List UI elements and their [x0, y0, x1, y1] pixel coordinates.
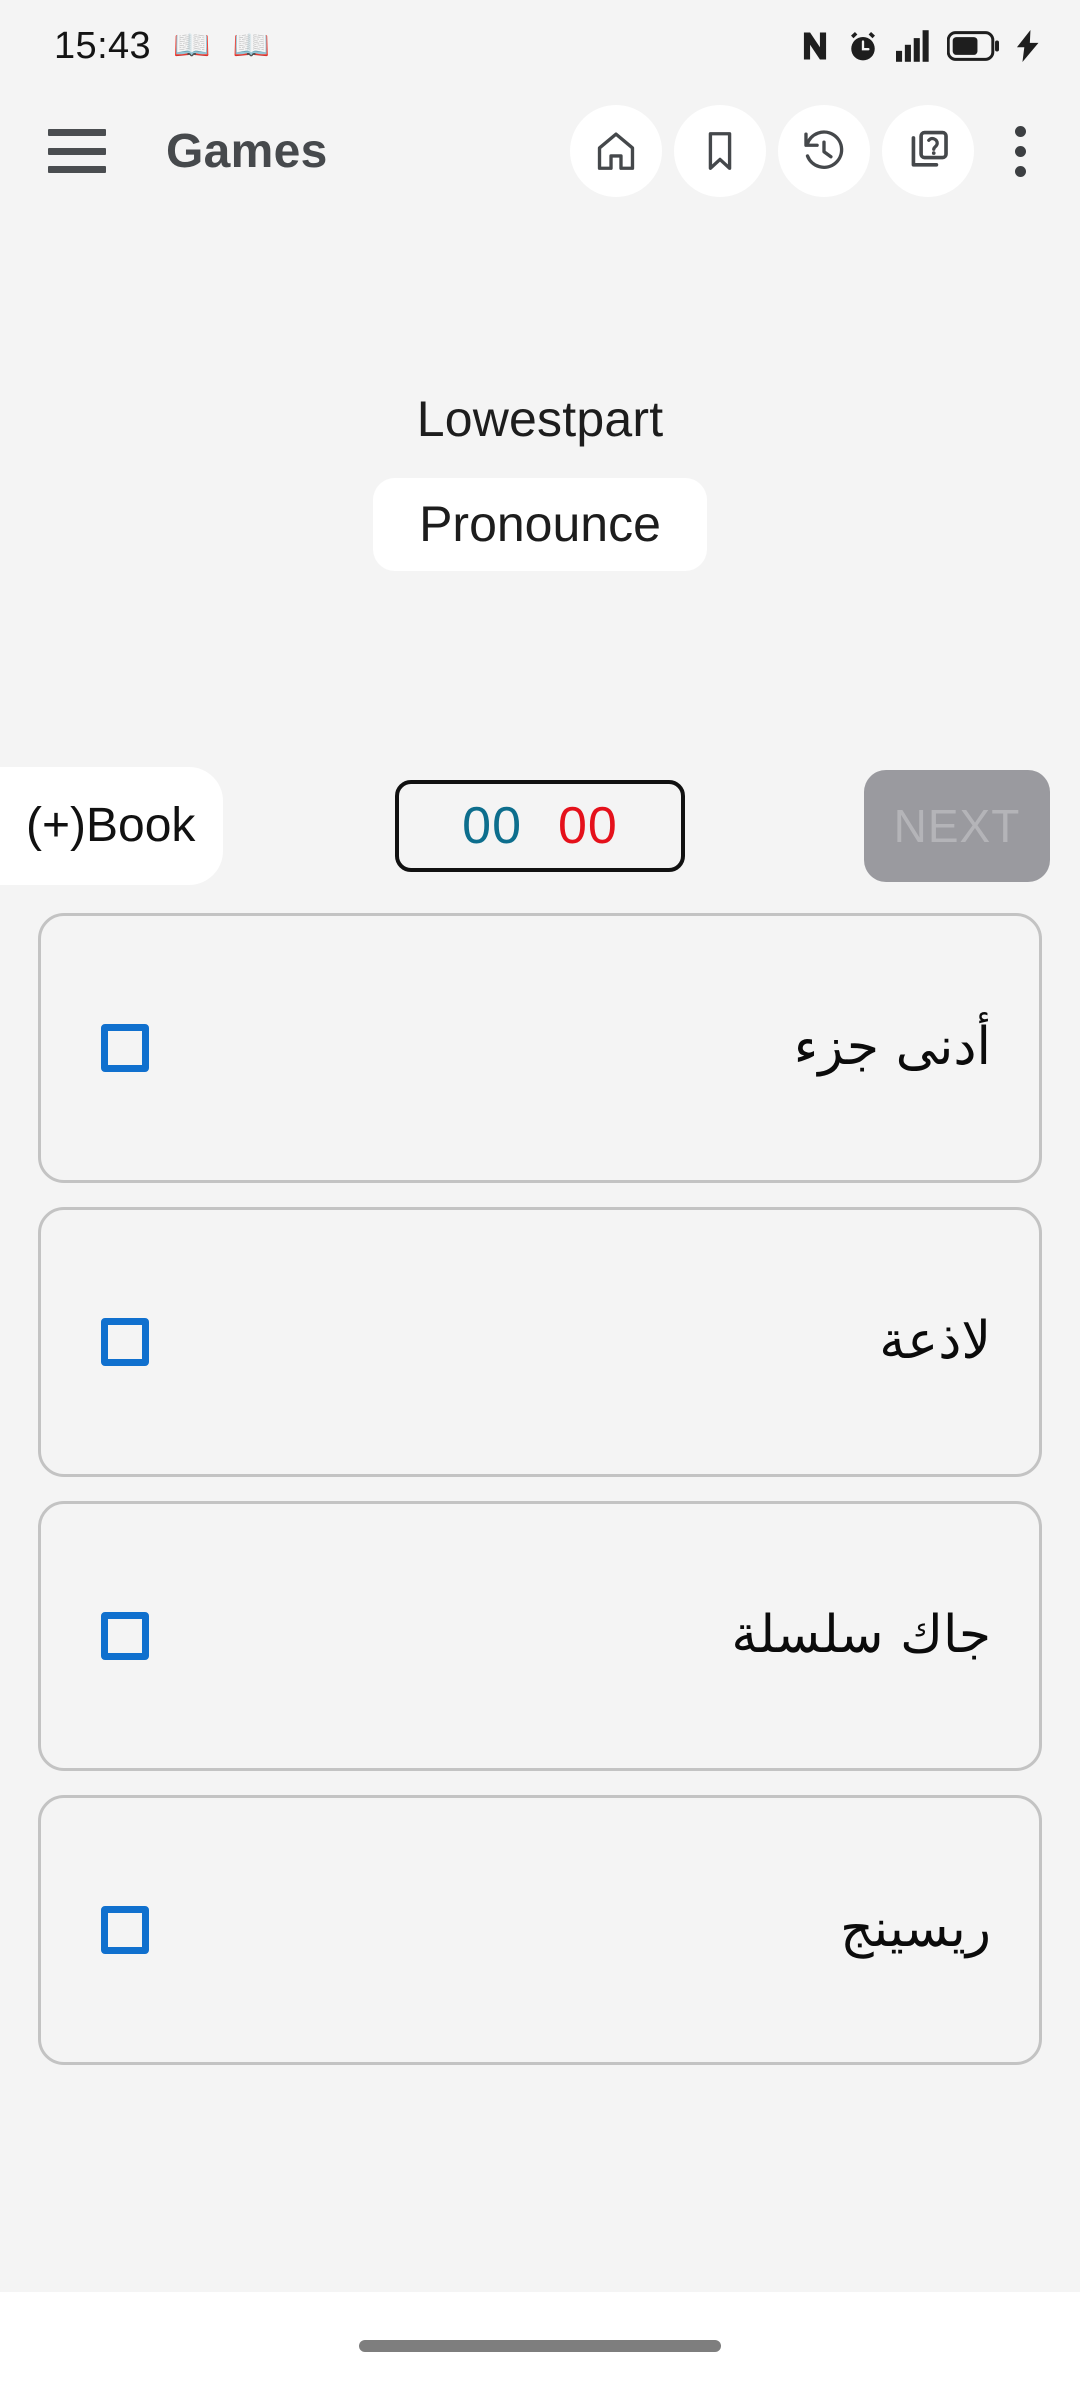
kebab-dot	[1014, 125, 1026, 137]
score-correct: 00	[462, 796, 522, 855]
page-title: Games	[166, 124, 328, 178]
history-button[interactable]	[778, 105, 870, 197]
kebab-dot	[1014, 165, 1026, 177]
bookmark-button[interactable]	[674, 105, 766, 197]
hamburger-bar	[48, 166, 106, 173]
answer-option[interactable]: لاذعة	[38, 1206, 1042, 1477]
app-bar-actions	[570, 105, 1050, 197]
kebab-dot	[1014, 145, 1026, 157]
answer-option[interactable]: ريسينج	[38, 1794, 1042, 2065]
control-row: (+)Book 00 00 NEXT	[0, 766, 1080, 885]
hamburger-bar	[48, 147, 106, 155]
hamburger-bar	[48, 129, 106, 136]
quiz-button[interactable]	[882, 105, 974, 197]
pronounce-button[interactable]: Pronounce	[373, 478, 707, 571]
answer-option[interactable]: جاك سلسلة	[38, 1500, 1042, 1771]
gesture-home-pill[interactable]	[359, 2340, 721, 2352]
app-bar: Games	[0, 92, 1080, 210]
status-bar: 15:43 📖 📖	[0, 0, 1080, 92]
home-button[interactable]	[570, 105, 662, 197]
answer-checkbox[interactable]	[101, 1317, 149, 1366]
status-bar-clock: 15:43	[54, 24, 152, 67]
status-bar-left: 15:43 📖 📖	[54, 25, 270, 68]
answer-checkbox[interactable]	[101, 1905, 149, 1954]
score-wrong: 00	[558, 796, 618, 855]
home-icon	[597, 132, 635, 170]
app-screen: 15:43 📖 📖 Games Lowestpart Pronounce (+)…	[0, 0, 1080, 2400]
book-notification-icon-1: 📖	[173, 29, 211, 62]
alarm-icon	[851, 31, 875, 60]
next-button[interactable]: NEXT	[864, 769, 1050, 882]
charging-bolt-icon	[1016, 30, 1039, 62]
answer-list: أدنى جزء لاذعة جاك سلسلة ريسينج	[0, 912, 1080, 2065]
answer-option[interactable]: أدنى جزء	[38, 912, 1042, 1183]
answer-text: لاذعة	[879, 1310, 991, 1371]
status-bar-right	[800, 30, 1040, 63]
answer-checkbox[interactable]	[101, 1023, 149, 1072]
history-icon	[804, 130, 844, 169]
answer-text: جاك سلسلة	[731, 1604, 991, 1665]
answer-text: أدنى جزء	[793, 1016, 991, 1077]
signal-icon	[896, 30, 929, 62]
overflow-menu-icon[interactable]	[990, 105, 1050, 197]
score-box[interactable]: 00 00	[395, 779, 685, 872]
prompt-word: Lowestpart	[416, 391, 664, 447]
add-to-book-button[interactable]: (+)Book	[0, 766, 224, 885]
question-area: Lowestpart Pronounce	[0, 210, 1080, 571]
bookmark-icon	[708, 132, 732, 170]
hamburger-menu-icon[interactable]	[48, 129, 106, 173]
battery-icon	[947, 31, 999, 61]
nfc-icon	[803, 32, 827, 60]
answer-text: ريسينج	[840, 1898, 991, 1959]
system-navigation-bar	[0, 2292, 1080, 2400]
book-notification-icon-2: 📖	[232, 29, 270, 62]
quiz-cards-icon	[911, 130, 948, 167]
answer-checkbox[interactable]	[101, 1611, 149, 1660]
